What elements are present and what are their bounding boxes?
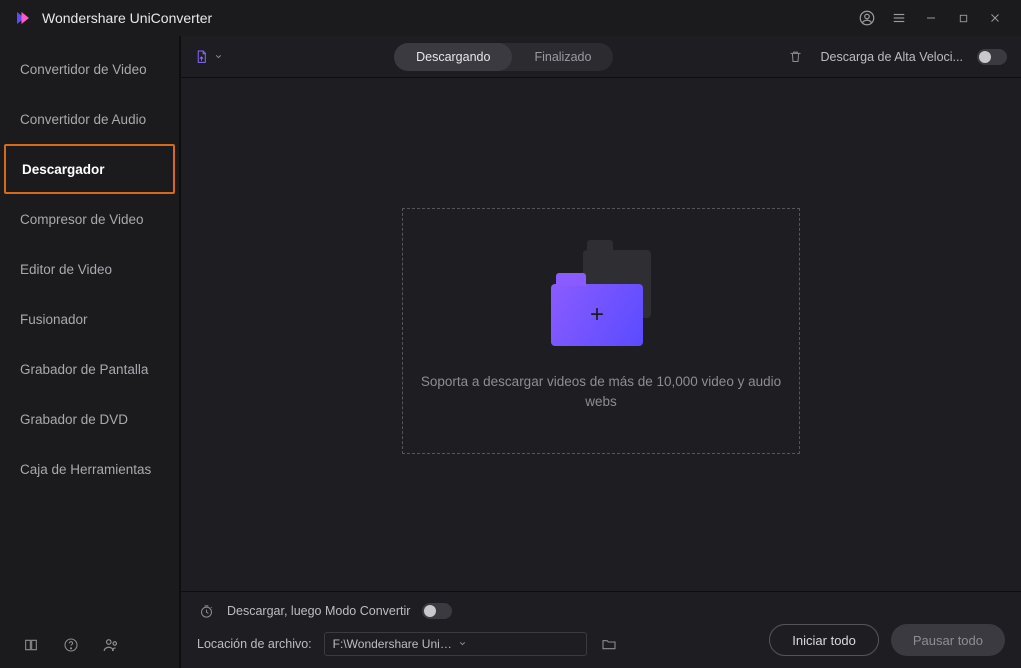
community-icon[interactable] [102,636,120,654]
help-icon[interactable] [62,636,80,654]
open-folder-icon[interactable] [599,634,619,654]
titlebar: Wondershare UniConverter [0,0,1021,36]
paste-url-button[interactable] [195,43,223,71]
file-location-path: F:\Wondershare UniConverter\Downloaded [333,637,452,651]
sidebar-item-label: Caja de Herramientas [20,462,151,477]
tab-downloading[interactable]: Descargando [394,43,512,71]
sidebar-item-label: Editor de Video [20,262,112,277]
sidebar-item-label: Descargador [22,162,105,177]
high-speed-label: Descarga de Alta Veloci... [821,50,963,64]
sidebar-item-dvd-burner[interactable]: Grabador de DVD [0,394,179,444]
content-area: + Soporta a descargar videos de más de 1… [181,78,1021,591]
close-icon[interactable] [979,2,1011,34]
plus-icon: + [590,303,604,327]
chevron-down-icon [214,49,223,64]
sidebar: Convertidor de Video Convertidor de Audi… [0,36,180,668]
sidebar-item-merger[interactable]: Fusionador [0,294,179,344]
file-location-label: Locación de archivo: [197,637,312,651]
tab-label: Descargando [416,50,490,64]
guide-icon[interactable] [22,636,40,654]
sidebar-item-label: Grabador de DVD [20,412,128,427]
sidebar-item-label: Convertidor de Audio [20,112,146,127]
dropzone-text: Soporta a descargar videos de más de 10,… [403,372,799,413]
button-label: Pausar todo [913,633,983,648]
chevron-down-icon [458,637,577,651]
button-label: Iniciar todo [792,633,856,648]
pause-all-button[interactable]: Pausar todo [891,624,1005,656]
sidebar-item-video-converter[interactable]: Convertidor de Video [0,44,179,94]
sidebar-item-video-compressor[interactable]: Compresor de Video [0,194,179,244]
download-status-tabs: Descargando Finalizado [394,43,613,71]
convert-mode-label: Descargar, luego Modo Convertir [227,604,410,618]
sidebar-item-label: Grabador de Pantalla [20,362,148,377]
sidebar-item-toolbox[interactable]: Caja de Herramientas [0,444,179,494]
sidebar-bottom-icons [0,622,179,668]
start-all-button[interactable]: Iniciar todo [769,624,879,656]
high-speed-toggle[interactable] [977,49,1007,65]
clock-icon [197,602,215,620]
footer: Descargar, luego Modo Convertir Locación… [181,591,1021,668]
minimize-icon[interactable] [915,2,947,34]
sidebar-item-label: Compresor de Video [20,212,144,227]
tab-finished[interactable]: Finalizado [512,43,613,71]
tab-label: Finalizado [534,50,591,64]
main-panel: Descargando Finalizado Descarga de Alta … [180,36,1021,668]
sidebar-item-downloader[interactable]: Descargador [4,144,175,194]
add-folder-icon: + [551,250,651,346]
sidebar-item-audio-converter[interactable]: Convertidor de Audio [0,94,179,144]
file-location-dropdown[interactable]: F:\Wondershare UniConverter\Downloaded [324,632,587,656]
app-logo-icon [14,9,32,27]
trash-icon[interactable] [785,46,807,68]
sidebar-item-screen-recorder[interactable]: Grabador de Pantalla [0,344,179,394]
maximize-icon[interactable] [947,2,979,34]
menu-icon[interactable] [883,2,915,34]
app-title: Wondershare UniConverter [42,10,212,26]
account-icon[interactable] [851,2,883,34]
sidebar-item-video-editor[interactable]: Editor de Video [0,244,179,294]
sidebar-item-label: Convertidor de Video [20,62,147,77]
main-toolbar: Descargando Finalizado Descarga de Alta … [181,36,1021,78]
dropzone[interactable]: + Soporta a descargar videos de más de 1… [402,208,800,454]
convert-mode-toggle[interactable] [422,603,452,619]
sidebar-item-label: Fusionador [20,312,88,327]
